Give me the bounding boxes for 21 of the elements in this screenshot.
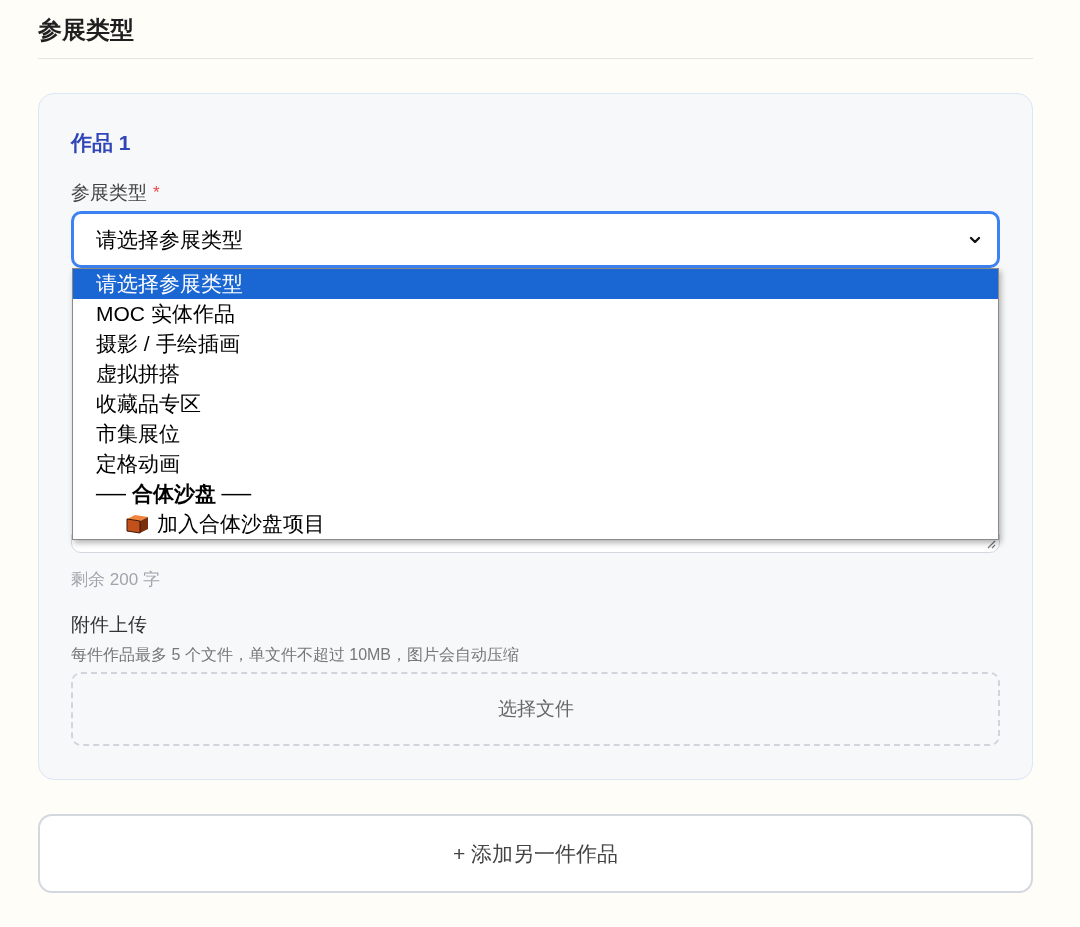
dropdown-option[interactable]: 加入合体沙盘项目 bbox=[73, 509, 998, 539]
dropdown-option[interactable]: 收藏品专区 bbox=[73, 389, 998, 419]
dropdown-option[interactable]: 请选择参展类型 bbox=[73, 269, 998, 299]
attachments-label: 附件上传 bbox=[71, 613, 147, 637]
brick-icon bbox=[124, 513, 150, 535]
field-label: 参展类型 bbox=[71, 181, 147, 205]
required-mark: * bbox=[153, 182, 160, 204]
dropdown-option[interactable]: 定格动画 bbox=[73, 449, 998, 479]
add-work-button[interactable]: + 添加另一件作品 bbox=[38, 814, 1033, 893]
dropdown-option[interactable]: 市集展位 bbox=[73, 419, 998, 449]
option-group-label: ── 合体沙盘 ── bbox=[73, 479, 998, 509]
dropdown-option[interactable]: 虚拟拼搭 bbox=[73, 359, 998, 389]
file-upload-button[interactable]: 选择文件 bbox=[71, 672, 1000, 746]
work-title: 作品 1 bbox=[71, 130, 131, 156]
type-select[interactable]: 请选择参展类型 bbox=[71, 211, 1000, 268]
dropdown-option[interactable]: MOC 实体作品 bbox=[73, 299, 998, 329]
resize-handle-icon bbox=[987, 540, 996, 549]
char-counter: 剩余 200 字 bbox=[71, 569, 160, 591]
section-title: 参展类型 bbox=[38, 15, 134, 45]
attachments-hint: 每件作品最多 5 个文件，单文件不超过 10MB，图片会自动压缩 bbox=[71, 645, 520, 665]
dropdown-option[interactable]: 摄影 / 手绘插画 bbox=[73, 329, 998, 359]
